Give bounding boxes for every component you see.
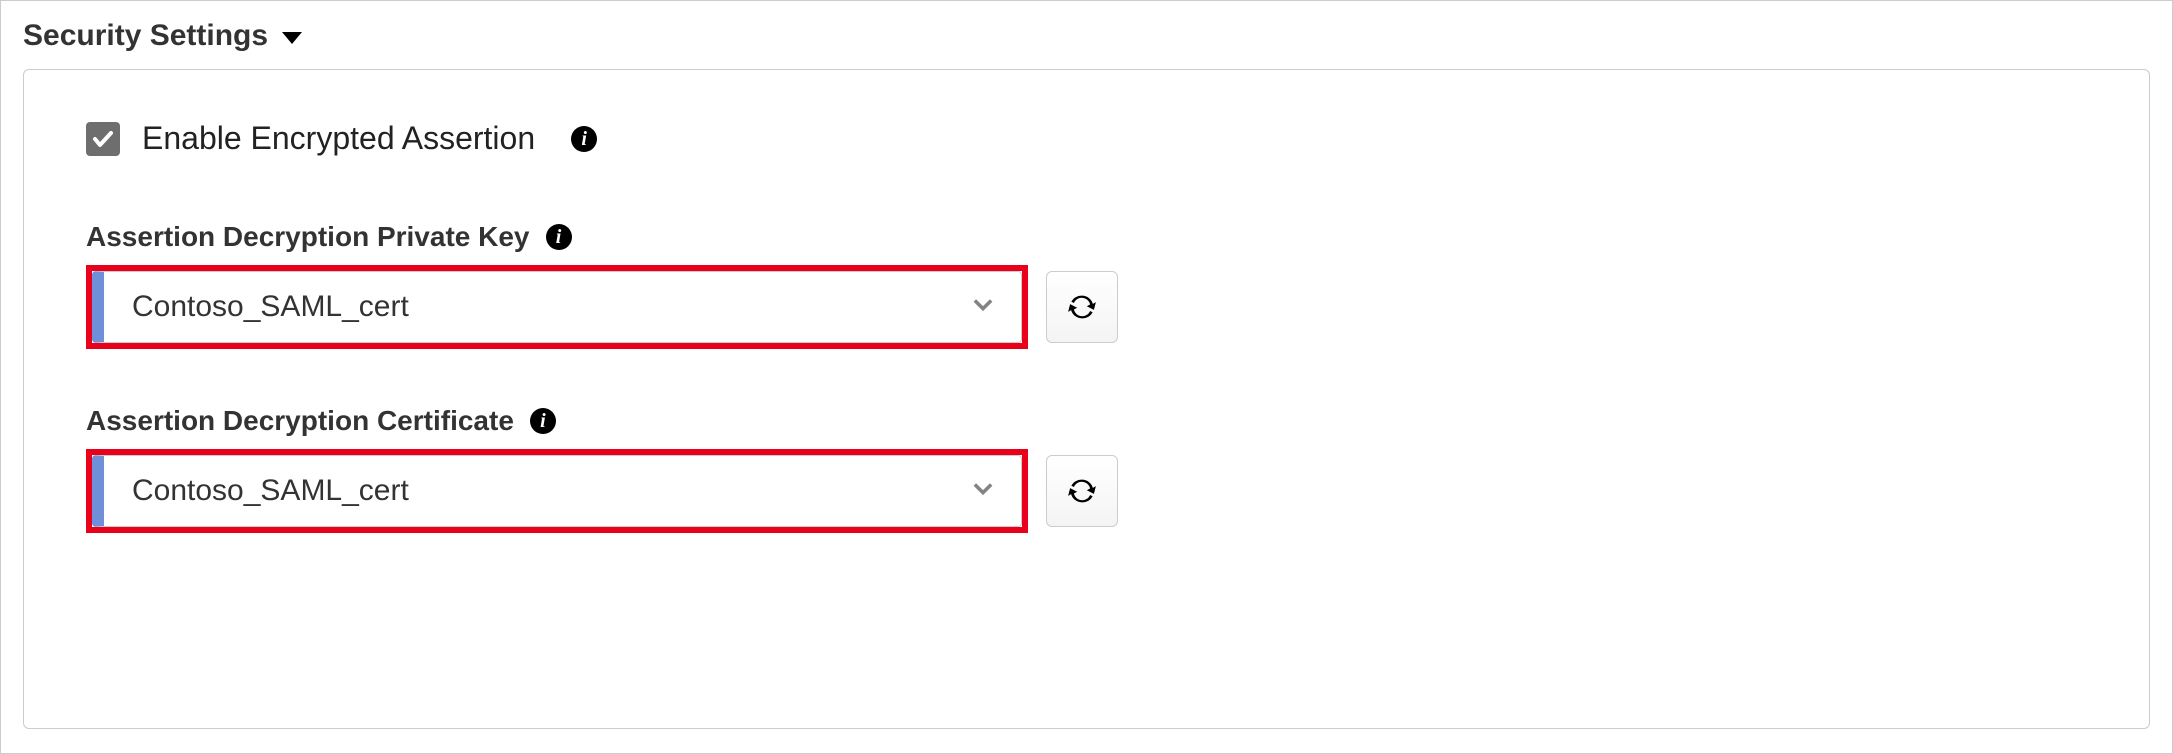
enable-encrypted-assertion-checkbox[interactable] <box>86 122 120 156</box>
settings-panel: Enable Encrypted Assertion i Assertion D… <box>23 69 2150 729</box>
enable-encrypted-assertion-row: Enable Encrypted Assertion i <box>86 120 2087 157</box>
section-header[interactable]: Security Settings <box>23 19 2150 53</box>
private-key-value: Contoso_SAML_cert <box>132 290 409 324</box>
chevron-down-icon <box>969 474 997 509</box>
section-title: Security Settings <box>23 19 268 53</box>
private-key-select-row: Contoso_SAML_cert <box>86 265 2087 349</box>
certificate-value: Contoso_SAML_cert <box>132 474 409 508</box>
private-key-select[interactable]: Contoso_SAML_cert <box>92 271 1022 343</box>
certificate-select-row: Contoso_SAML_cert <box>86 449 2087 533</box>
certificate-label-row: Assertion Decryption Certificate i <box>86 405 2087 437</box>
info-icon[interactable]: i <box>571 126 597 152</box>
private-key-label-row: Assertion Decryption Private Key i <box>86 221 2087 253</box>
certificate-refresh-button[interactable] <box>1046 455 1118 527</box>
highlight-box: Contoso_SAML_cert <box>86 265 1028 349</box>
private-key-refresh-button[interactable] <box>1046 271 1118 343</box>
chevron-down-icon <box>969 290 997 325</box>
private-key-group: Assertion Decryption Private Key i Conto… <box>86 221 2087 349</box>
security-settings-page: Security Settings Enable Encrypted Asser… <box>0 0 2173 754</box>
enable-encrypted-assertion-label: Enable Encrypted Assertion <box>142 120 535 157</box>
certificate-label: Assertion Decryption Certificate <box>86 405 514 437</box>
refresh-icon <box>1065 290 1099 324</box>
info-icon[interactable]: i <box>530 408 556 434</box>
highlight-box: Contoso_SAML_cert <box>86 449 1028 533</box>
certificate-group: Assertion Decryption Certificate i Conto… <box>86 405 2087 533</box>
info-icon[interactable]: i <box>546 224 572 250</box>
certificate-select[interactable]: Contoso_SAML_cert <box>92 455 1022 527</box>
check-icon <box>91 127 115 151</box>
refresh-icon <box>1065 474 1099 508</box>
caret-down-icon <box>282 32 302 44</box>
private-key-label: Assertion Decryption Private Key <box>86 221 530 253</box>
